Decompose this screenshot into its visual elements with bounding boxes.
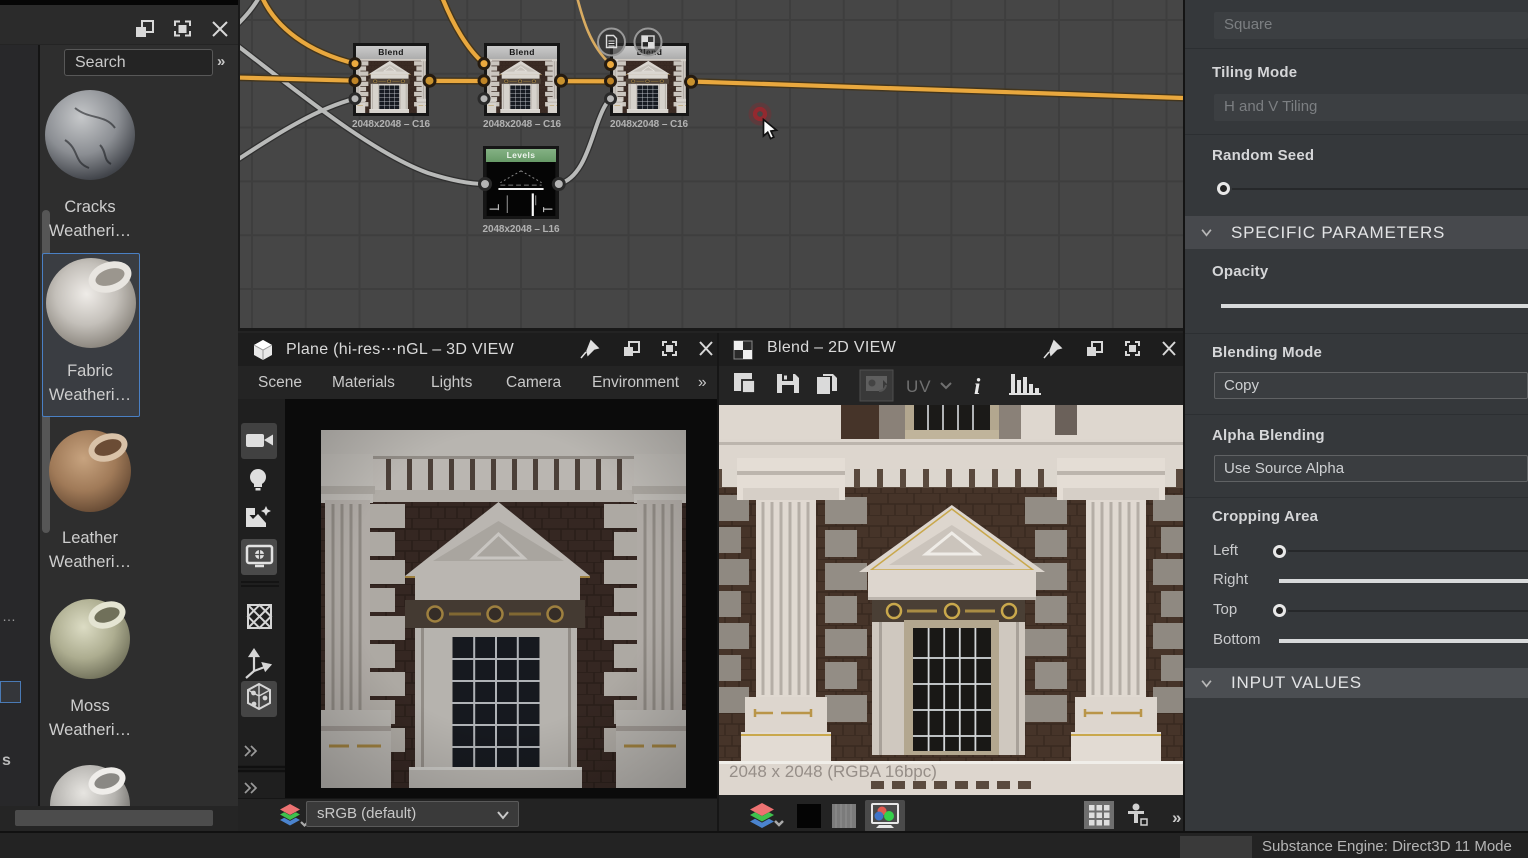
svg-text:UV: UV — [906, 377, 932, 396]
svg-text:»: » — [1172, 808, 1181, 827]
svg-text:i: i — [974, 374, 981, 399]
svg-text:2048 x 2048 (RGBA 16bpc): 2048 x 2048 (RGBA 16bpc) — [729, 762, 937, 781]
